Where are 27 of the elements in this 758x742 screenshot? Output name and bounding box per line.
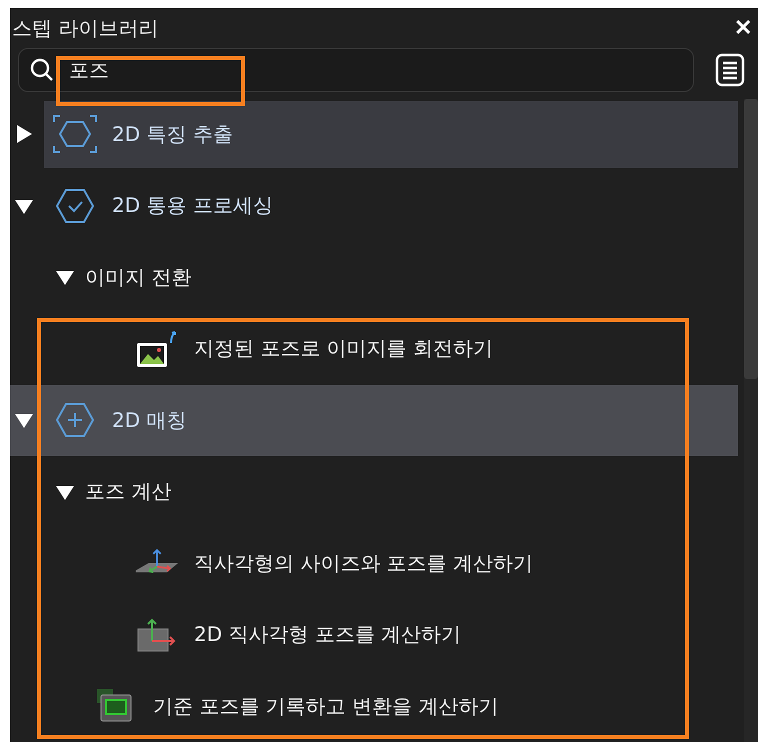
category-label: 2D 특징 추출 [112,120,233,148]
step-label: 지정된 포즈로 이미지를 회전하기 [194,335,494,362]
step-label: 2D 직사각형 포즈를 계산하기 [194,621,462,648]
tree-row[interactable]: 이미지 전환 [10,242,738,313]
group-label: 이미지 전환 [85,264,192,291]
scrollbar[interactable] [744,98,758,742]
hexagon-plus-icon [55,402,95,438]
hexagon-icon [52,114,98,154]
tree-row[interactable]: 지정된 포즈로 이미지를 회전하기 [10,313,738,384]
search-icon [30,58,54,82]
tree-row[interactable]: 포즈 계산 [10,456,738,528]
tree-row[interactable]: 2D 직사각형 포즈를 계산하기 [10,599,738,670]
selected-row[interactable]: 2D 매칭 [10,384,738,456]
step-label: 직사각형의 사이즈와 포즈를 계산하기 [194,550,534,577]
tree-row[interactable]: 2D 통용 프로세싱 [10,170,738,242]
step-label: 기준 포즈를 기록하고 변환을 계산하기 [153,692,498,720]
close-button[interactable]: ✕ [732,15,754,42]
rectangle-axes-icon [136,616,178,653]
panel-title: 스텝 라이브러리 [12,14,158,42]
tree-row[interactable]: 기준 포즈를 기록하고 변환을 계산하기 [10,670,738,742]
category-label: 2D 매칭 [112,406,186,434]
tree-row[interactable]: 직사각형의 사이즈와 포즈를 계산하기 [10,528,738,599]
search-field[interactable]: 포즈 [18,48,694,92]
category-label: 2D 통용 프로세싱 [112,192,273,220]
hexagon-check-icon [55,188,95,224]
group-label: 포즈 계산 [85,478,172,506]
image-rotate-icon [135,328,179,369]
